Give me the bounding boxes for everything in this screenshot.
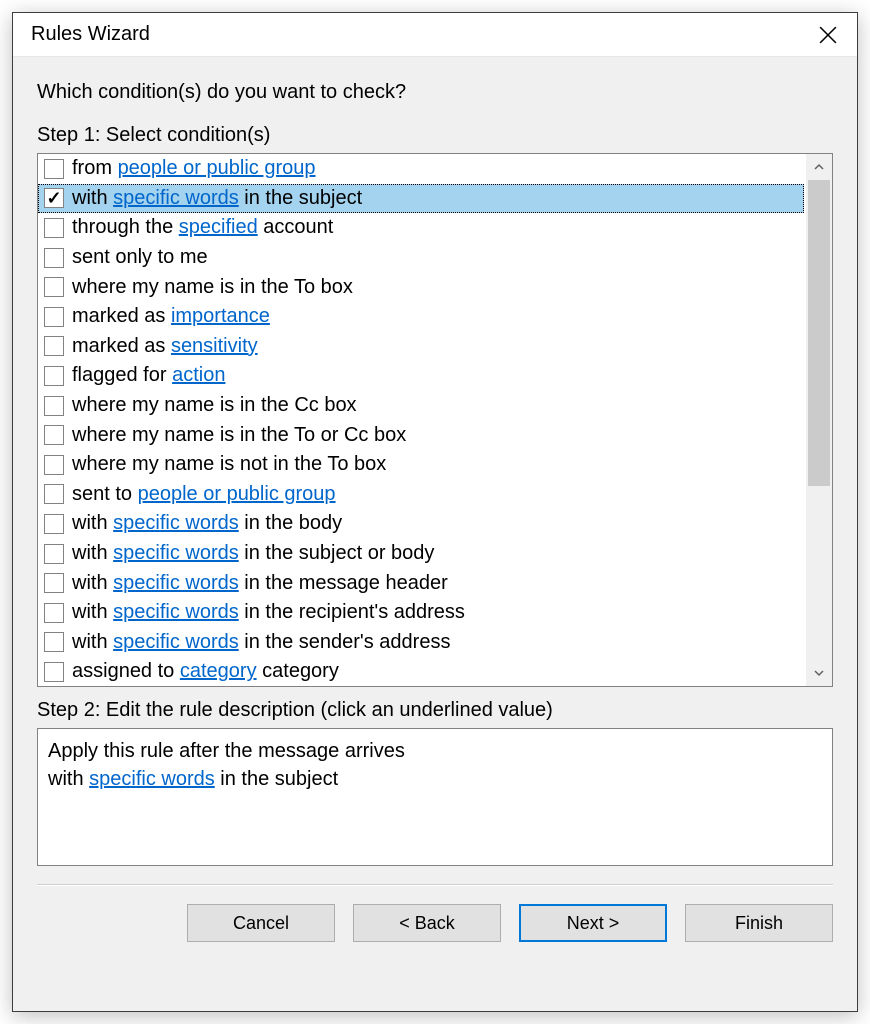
description-link[interactable]: specific words xyxy=(89,768,215,790)
condition-row[interactable]: where my name is not in the To box xyxy=(38,450,806,480)
condition-text: from people or public group xyxy=(72,157,315,180)
step1-label: Step 1: Select condition(s) xyxy=(37,124,833,147)
condition-row[interactable]: with specific words in the subject xyxy=(38,184,804,214)
conditions-listbox[interactable]: from people or public group with specific… xyxy=(37,153,833,687)
condition-link[interactable]: specified xyxy=(179,216,258,238)
condition-checkbox[interactable] xyxy=(44,484,64,504)
condition-text: with specific words in the subject xyxy=(72,187,362,210)
condition-link[interactable]: specific words xyxy=(113,542,239,564)
window-title: Rules Wizard xyxy=(31,23,799,46)
condition-text: marked as importance xyxy=(72,305,270,328)
button-row: Cancel < Back Next > Finish xyxy=(37,904,833,964)
condition-checkbox[interactable] xyxy=(44,573,64,593)
condition-link[interactable]: action xyxy=(172,364,225,386)
condition-text: where my name is not in the To box xyxy=(72,453,386,476)
condition-text: assigned to category category xyxy=(72,660,339,683)
condition-row[interactable]: flagged for action xyxy=(38,361,806,391)
condition-text: sent to people or public group xyxy=(72,483,336,506)
cancel-button[interactable]: Cancel xyxy=(187,904,335,942)
condition-row[interactable]: with specific words in the message heade… xyxy=(38,568,806,598)
condition-checkbox[interactable] xyxy=(44,425,64,445)
condition-row[interactable]: where my name is in the To box xyxy=(38,272,806,302)
condition-row[interactable]: where my name is in the Cc box xyxy=(38,391,806,421)
finish-button[interactable]: Finish xyxy=(685,904,833,942)
condition-checkbox[interactable] xyxy=(44,159,64,179)
condition-row[interactable]: marked as importance xyxy=(38,302,806,332)
condition-row[interactable]: sent to people or public group xyxy=(38,480,806,510)
condition-text: flagged for action xyxy=(72,364,225,387)
rule-description-box[interactable]: Apply this rule after the message arrive… xyxy=(37,728,833,866)
back-button[interactable]: < Back xyxy=(353,904,501,942)
condition-link[interactable]: specific words xyxy=(113,512,239,534)
condition-text: sent only to me xyxy=(72,246,208,269)
condition-checkbox[interactable] xyxy=(44,277,64,297)
condition-row[interactable]: sent only to me xyxy=(38,243,806,273)
condition-link[interactable]: specific words xyxy=(113,601,239,623)
condition-checkbox[interactable] xyxy=(44,336,64,356)
condition-row[interactable]: through the specified account xyxy=(38,213,806,243)
condition-text: marked as sensitivity xyxy=(72,335,258,358)
condition-checkbox[interactable] xyxy=(44,514,64,534)
step2-label: Step 2: Edit the rule description (click… xyxy=(37,699,833,722)
chevron-down-icon xyxy=(814,668,824,678)
condition-link[interactable]: sensitivity xyxy=(171,335,258,357)
chevron-up-icon xyxy=(814,162,824,172)
condition-text: with specific words in the message heade… xyxy=(72,572,448,595)
scrollbar[interactable] xyxy=(806,154,832,686)
condition-text: where my name is in the To box xyxy=(72,276,353,299)
condition-link[interactable]: specific words xyxy=(113,572,239,594)
condition-checkbox[interactable] xyxy=(44,396,64,416)
condition-link[interactable]: category xyxy=(180,660,257,682)
condition-checkbox[interactable] xyxy=(44,307,64,327)
rules-wizard-dialog: Rules Wizard Which condition(s) do you w… xyxy=(12,12,858,1012)
dialog-content: Which condition(s) do you want to check?… xyxy=(13,57,857,1011)
condition-checkbox[interactable] xyxy=(44,603,64,623)
scroll-thumb[interactable] xyxy=(808,180,830,486)
condition-row[interactable]: from people or public group xyxy=(38,154,806,184)
condition-checkbox[interactable] xyxy=(44,544,64,564)
description-line: with specific words in the subject xyxy=(48,765,822,793)
condition-row[interactable]: where my name is in the To or Cc box xyxy=(38,420,806,450)
close-button[interactable] xyxy=(799,13,857,57)
condition-checkbox[interactable] xyxy=(44,632,64,652)
condition-link[interactable]: people or public group xyxy=(118,157,316,179)
description-line: Apply this rule after the message arrive… xyxy=(48,737,822,765)
condition-text: where my name is in the To or Cc box xyxy=(72,424,406,447)
condition-text: with specific words in the body xyxy=(72,512,342,535)
condition-row[interactable]: with specific words in the subject or bo… xyxy=(38,539,806,569)
scroll-down-button[interactable] xyxy=(806,660,832,686)
condition-text: through the specified account xyxy=(72,216,333,239)
condition-checkbox[interactable] xyxy=(44,188,64,208)
condition-link[interactable]: importance xyxy=(171,305,270,327)
condition-link[interactable]: people or public group xyxy=(138,483,336,505)
condition-checkbox[interactable] xyxy=(44,218,64,238)
condition-checkbox[interactable] xyxy=(44,366,64,386)
condition-row[interactable]: with specific words in the body xyxy=(38,509,806,539)
condition-row[interactable]: with specific words in the recipient's a… xyxy=(38,598,806,628)
condition-text: with specific words in the sender's addr… xyxy=(72,631,450,654)
wizard-heading: Which condition(s) do you want to check? xyxy=(37,81,833,104)
condition-link[interactable]: specific words xyxy=(113,631,239,653)
condition-checkbox[interactable] xyxy=(44,455,64,475)
scroll-up-button[interactable] xyxy=(806,154,832,180)
condition-checkbox[interactable] xyxy=(44,662,64,682)
condition-text: with specific words in the recipient's a… xyxy=(72,601,465,624)
titlebar: Rules Wizard xyxy=(13,13,857,57)
separator xyxy=(37,884,833,886)
condition-row[interactable]: marked as sensitivity xyxy=(38,332,806,362)
condition-checkbox[interactable] xyxy=(44,248,64,268)
condition-row[interactable]: with specific words in the sender's addr… xyxy=(38,628,806,658)
next-button[interactable]: Next > xyxy=(519,904,667,942)
condition-row[interactable]: assigned to category category xyxy=(38,657,806,686)
condition-text: with specific words in the subject or bo… xyxy=(72,542,434,565)
condition-text: where my name is in the Cc box xyxy=(72,394,357,417)
close-icon xyxy=(819,26,837,44)
condition-link[interactable]: specific words xyxy=(113,187,239,209)
